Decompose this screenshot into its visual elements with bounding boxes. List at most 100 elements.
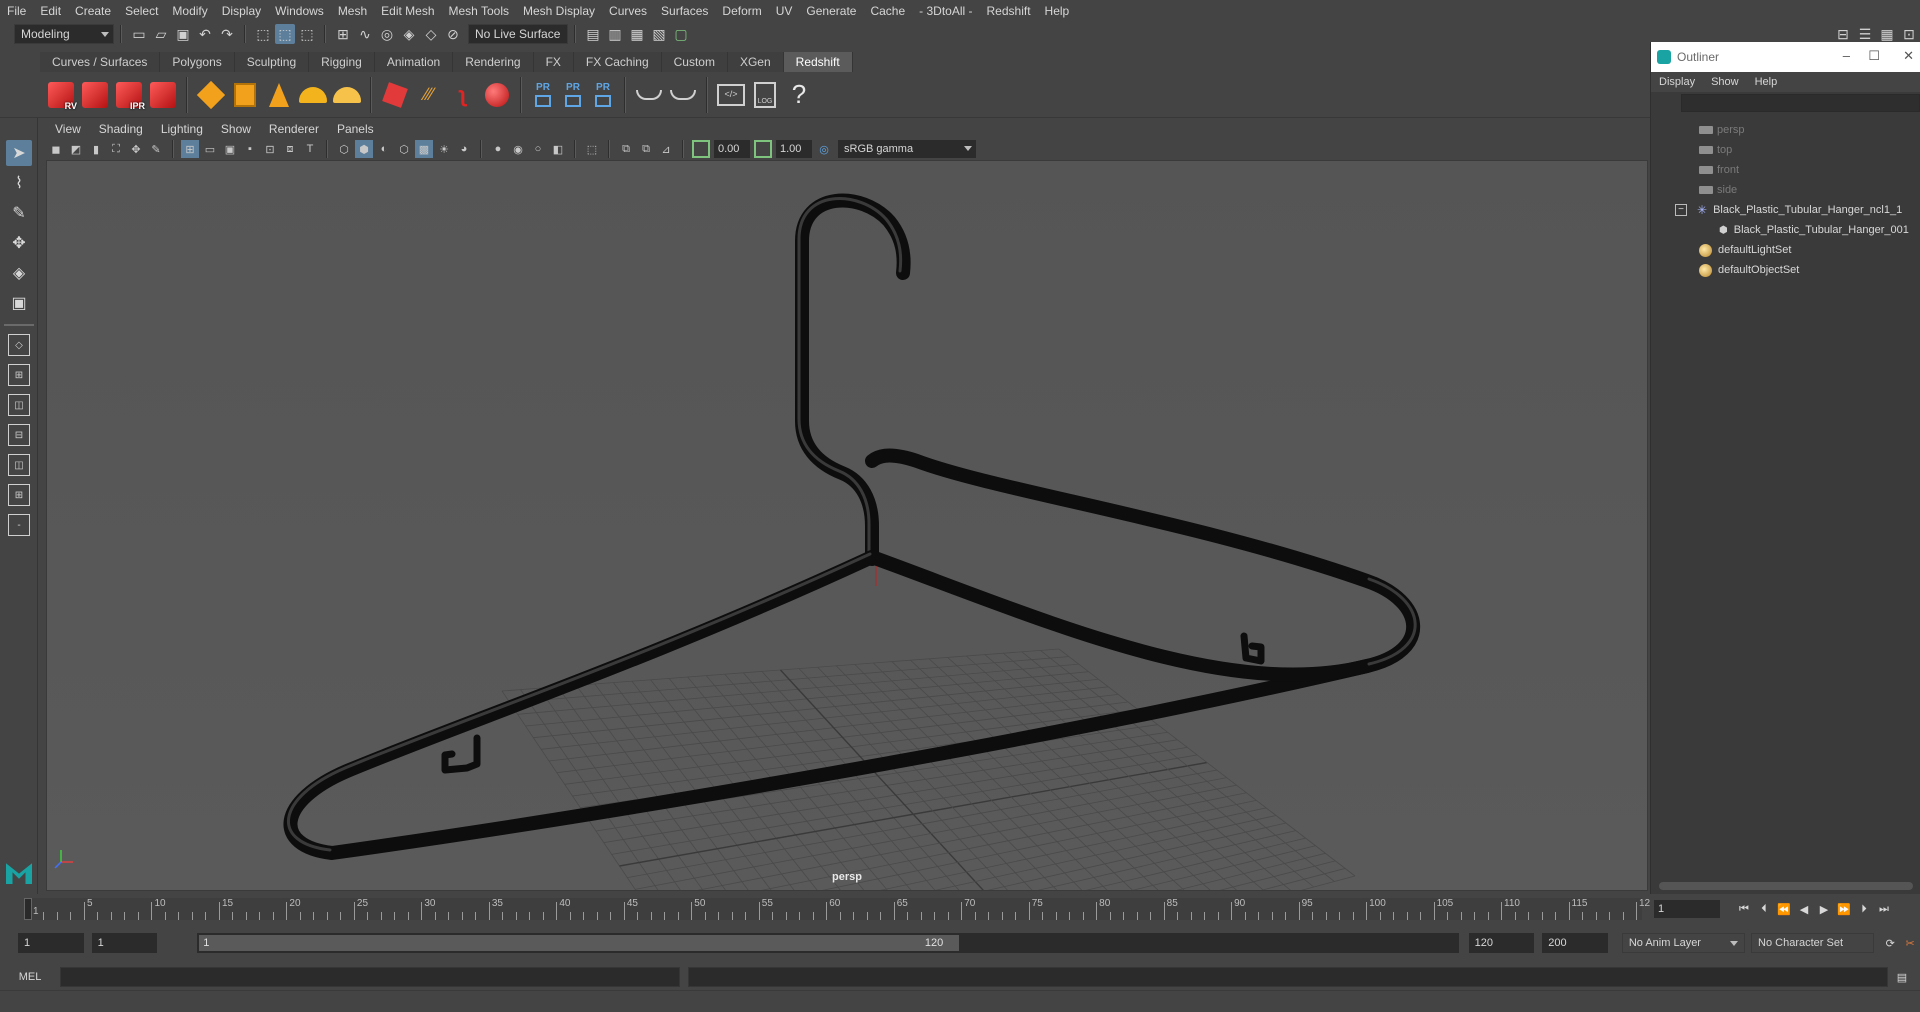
animation-start-field[interactable]: 1 (18, 933, 84, 953)
open-scene-icon[interactable]: ▱ (151, 24, 171, 44)
xray-joints-icon[interactable]: ⊿ (657, 140, 675, 158)
select-tool-icon[interactable]: ➤ (6, 140, 32, 166)
menu-uv[interactable]: UV (769, 4, 800, 18)
close-icon[interactable]: ✕ (1903, 48, 1914, 64)
anim-layer-dropdown[interactable]: No Anim Layer (1621, 933, 1746, 953)
wireframe-icon[interactable]: ⬡ (335, 140, 353, 158)
save-scene-icon[interactable]: ▣ (173, 24, 193, 44)
channel-box-icon[interactable]: ⊡ (1899, 24, 1919, 44)
redo-icon[interactable]: ↷ (217, 24, 237, 44)
tab-fx-caching[interactable]: FX Caching (573, 52, 662, 72)
dome-light-button[interactable] (298, 78, 328, 112)
field-chart-icon[interactable]: ⊡ (261, 140, 279, 158)
tab-animation[interactable]: Animation (374, 52, 454, 72)
menu-deform[interactable]: Deform (715, 4, 768, 18)
film-gate-icon[interactable]: ▭ (201, 140, 219, 158)
step-forward-frame-icon[interactable]: ⏵ (1854, 900, 1874, 918)
spot-light-button[interactable] (264, 78, 294, 112)
minimize-icon[interactable]: – (1843, 48, 1850, 63)
persp-outliner-layout-icon[interactable]: ◫ (8, 454, 30, 476)
script-language-label[interactable]: MEL (0, 971, 60, 983)
render-view-icon[interactable]: ▢ (671, 24, 691, 44)
rotate-tool-icon[interactable]: ◈ (6, 260, 32, 286)
collapse-icon[interactable]: − (1675, 204, 1687, 216)
log-button[interactable]: LOG (750, 78, 780, 112)
textured-icon[interactable]: ▩ (415, 140, 433, 158)
side-by-side-layout-icon[interactable]: ◫ (8, 394, 30, 416)
tab-custom[interactable]: Custom (661, 52, 728, 72)
grid-toggle-icon[interactable]: ⊞ (181, 140, 199, 158)
color-management-icon[interactable]: ◎ (815, 140, 833, 158)
maximize-icon[interactable]: ☐ (1868, 48, 1880, 64)
animation-prefs-icon[interactable]: ✂ (1900, 934, 1920, 952)
isolate-select-icon[interactable]: ⬚ (583, 140, 601, 158)
safe-action-icon[interactable]: ⧈ (281, 140, 299, 158)
snap-curve-icon[interactable]: ∿ (355, 24, 375, 44)
exposure-icon[interactable] (692, 140, 710, 158)
pr-button-1[interactable]: PR (528, 78, 558, 112)
default-material-icon[interactable]: ◐ (375, 140, 393, 158)
viewport-menu-renderer[interactable]: Renderer (260, 122, 328, 136)
xray-icon[interactable]: ⧉ (617, 140, 635, 158)
current-time-indicator[interactable] (24, 898, 32, 920)
snap-grid-icon[interactable]: ⊞ (333, 24, 353, 44)
select-hierarchy-icon[interactable]: ⬚ (253, 24, 273, 44)
step-back-frame-icon[interactable]: ⏴ (1754, 900, 1774, 918)
paint-select-tool-icon[interactable]: ✎ (6, 200, 32, 226)
animation-end-field[interactable]: 200 (1542, 933, 1608, 953)
script-button[interactable]: </> (716, 78, 746, 112)
outliner-menu-show[interactable]: Show (1703, 76, 1747, 88)
outliner-search-input[interactable] (1681, 94, 1920, 112)
live-surface-field[interactable]: No Live Surface (468, 24, 568, 44)
current-frame-field[interactable]: 1 (1654, 900, 1720, 918)
gate-mask-icon[interactable]: ▪ (241, 140, 259, 158)
workspace-icon[interactable]: ⊟ (1833, 24, 1853, 44)
shelf-menu-icon[interactable] (0, 50, 40, 72)
gamma-icon[interactable] (754, 140, 772, 158)
go-to-end-icon[interactable]: ⏭ (1874, 900, 1894, 918)
menu-mesh[interactable]: Mesh (331, 4, 374, 18)
sun-light-button[interactable] (332, 78, 362, 112)
sphere-shader-button[interactable] (482, 78, 512, 112)
select-object-icon[interactable]: ⬚ (275, 24, 295, 44)
camera-attributes-icon[interactable]: ◩ (67, 140, 85, 158)
play-backward-icon[interactable]: ◀ (1794, 900, 1814, 918)
ipr-render-icon[interactable]: ▥ (605, 24, 625, 44)
motion-blur-icon[interactable]: ◉ (509, 140, 527, 158)
outliner-item-hanger-group[interactable]: − ✳ Black_Plastic_Tubular_Hanger_ncl1_1 (1651, 200, 1920, 220)
single-pane-layout-icon[interactable]: ◇ (8, 334, 30, 356)
playback-end-field[interactable]: 120 (1468, 933, 1535, 953)
menu-cache[interactable]: Cache (863, 4, 912, 18)
range-slider-bar[interactable]: 1 120 (197, 933, 1459, 953)
xray-active-icon[interactable]: ⧉ (637, 140, 655, 158)
snap-surface-icon[interactable]: ◇ (421, 24, 441, 44)
outliner-item-front[interactable]: front (1651, 160, 1920, 180)
lasso-tool-icon[interactable]: ⌇ (6, 170, 32, 196)
four-pane-layout-icon[interactable]: ⊞ (8, 364, 30, 386)
playback-start-field[interactable]: 1 (91, 933, 158, 953)
play-forward-icon[interactable]: ▶ (1814, 900, 1834, 918)
outliner-item-persp[interactable]: persp (1651, 120, 1920, 140)
tab-rendering[interactable]: Rendering (453, 52, 534, 72)
proxy-button[interactable] (380, 78, 410, 112)
new-scene-icon[interactable]: ▭ (129, 24, 149, 44)
menu-modify[interactable]: Modify (165, 4, 214, 18)
outliner-item-hanger-mesh[interactable]: ⬢ Black_Plastic_Tubular_Hanger_001 (1651, 220, 1920, 240)
menu-edit-mesh[interactable]: Edit Mesh (374, 4, 441, 18)
help-button[interactable]: ? (784, 78, 814, 112)
hypershade-icon[interactable]: ▧ (649, 24, 669, 44)
tab-curves-surfaces[interactable]: Curves / Surfaces (40, 52, 161, 72)
tab-sculpting[interactable]: Sculpting (234, 52, 310, 72)
viewport-menu-shading[interactable]: Shading (90, 122, 152, 136)
outliner-item-default-object-set[interactable]: defaultObjectSet (1651, 260, 1920, 280)
volume-button[interactable] (634, 78, 664, 112)
image-plane-icon[interactable]: ⛶ (107, 140, 125, 158)
snap-point-icon[interactable]: ◎ (377, 24, 397, 44)
menu-help[interactable]: Help (1038, 4, 1077, 18)
perspective-viewport[interactable]: persp (46, 160, 1648, 891)
horizontal-scrollbar[interactable] (1659, 882, 1913, 890)
go-to-start-icon[interactable]: ⏮ (1734, 900, 1754, 918)
tab-rigging[interactable]: Rigging (309, 52, 375, 72)
viewport-menu-panels[interactable]: Panels (328, 122, 383, 136)
screen-space-ao-icon[interactable]: ● (489, 140, 507, 158)
